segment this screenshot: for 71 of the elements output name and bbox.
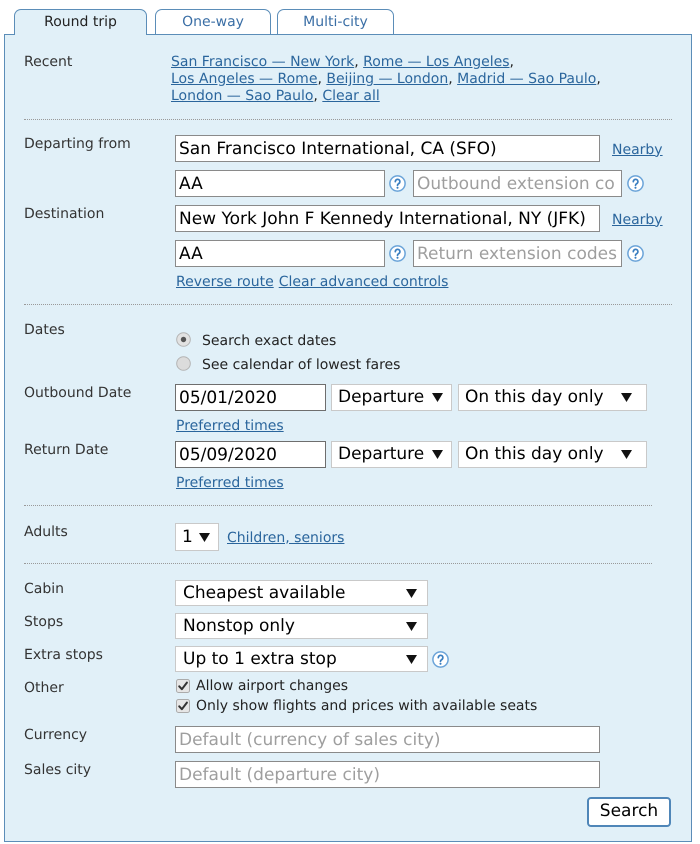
carrier-input[interactable]: AA: [175, 170, 385, 197]
recent-route-link[interactable]: Los Angeles — Rome: [171, 71, 318, 87]
route-action-link[interactable]: Clear advanced controls: [278, 274, 448, 291]
date-range-dropdown[interactable]: On this day only: [458, 384, 647, 411]
recent-route-link[interactable]: San Francisco — New York: [171, 54, 354, 70]
search-button[interactable]: Search: [587, 797, 671, 827]
field-label: Recent: [24, 54, 74, 71]
extension-codes-input[interactable]: Return extension codes: [413, 240, 622, 267]
field-label: Sales city: [24, 761, 92, 779]
date-range-dropdown[interactable]: On this day only: [458, 441, 647, 468]
recent-route-link[interactable]: Rome — Los Angeles: [363, 54, 510, 70]
field-label: Departing from: [24, 135, 132, 153]
tab[interactable]: Multi-city: [277, 9, 394, 34]
recent-route-link[interactable]: Madrid — Sao Paulo: [457, 71, 596, 87]
airport-input[interactable]: New York John F Kennedy International, NY (JFK): [175, 205, 600, 232]
field-label: Extra stops: [24, 646, 104, 664]
recent-routes-list: San Francisco — New York, Rome — Los Angeles, Los Angeles — Rome, Beijing — London, Madrid — Sao Paulo, London — Sao Paulo, Clear all: [171, 54, 629, 105]
tab[interactable]: One-way: [155, 9, 271, 34]
checkbox-label: Only show flights and prices with available seats: [196, 698, 538, 714]
field-label: Currency: [24, 726, 88, 744]
checkbox[interactable]: [176, 699, 190, 713]
option-dropdown[interactable]: Cheapest available: [175, 580, 428, 606]
field-label: Dates: [24, 322, 66, 339]
checkbox-label: Allow airport changes: [196, 678, 348, 694]
field-label: Stops: [24, 613, 64, 631]
extension-codes-input[interactable]: Outbound extension co: [413, 170, 622, 197]
tab[interactable]: Round trip: [14, 9, 147, 35]
radio-button[interactable]: [176, 332, 191, 346]
option-dropdown[interactable]: Up to 1 extra stop: [175, 646, 428, 672]
airport-input[interactable]: San Francisco International, CA (SFO): [175, 135, 600, 162]
recent-route-link[interactable]: Beijing — London: [326, 71, 448, 87]
help-icon[interactable]: [627, 175, 644, 192]
preferred-times-link[interactable]: Preferred times: [176, 475, 284, 492]
radio-label: Search exact dates: [202, 332, 336, 350]
recent-route-link[interactable]: London — Sao Paulo: [171, 88, 314, 104]
caret-icon: [432, 450, 443, 459]
field-label: Cabin: [24, 580, 66, 598]
caret-icon: [406, 654, 417, 664]
caret-icon: [432, 393, 443, 402]
clear-all-link[interactable]: Clear all: [322, 88, 380, 104]
time-type-dropdown[interactable]: Departure: [331, 384, 452, 411]
text-input[interactable]: Default (departure city): [175, 761, 600, 788]
caret-icon: [621, 393, 632, 402]
radio-label: See calendar of lowest fares: [202, 356, 400, 374]
help-icon[interactable]: [389, 175, 406, 192]
radio-button[interactable]: [176, 356, 191, 370]
field-label: Adults: [24, 523, 69, 541]
help-icon[interactable]: [389, 245, 406, 262]
caret-icon: [406, 588, 417, 598]
field-label: Outbound Date: [24, 384, 132, 402]
help-icon[interactable]: [432, 650, 449, 668]
help-icon[interactable]: [627, 245, 644, 262]
field-label: Other: [24, 679, 65, 697]
nearby-link[interactable]: Nearby: [612, 142, 663, 158]
caret-icon: [621, 450, 632, 459]
text-input[interactable]: Default (currency of sales city): [175, 726, 600, 753]
caret-icon: [199, 532, 210, 542]
time-type-dropdown[interactable]: Departure: [331, 441, 452, 468]
date-input[interactable]: 05/09/2020: [175, 441, 326, 468]
field-label: Return Date: [24, 441, 110, 459]
field-label: Destination: [24, 205, 106, 223]
adults-dropdown[interactable]: 1: [175, 523, 219, 551]
children-seniors-link[interactable]: Children, seniors: [227, 530, 344, 546]
caret-icon: [406, 622, 417, 630]
nearby-link[interactable]: Nearby: [612, 212, 663, 228]
date-input[interactable]: 05/01/2020: [175, 384, 326, 411]
checkbox[interactable]: [176, 679, 190, 693]
carrier-input[interactable]: AA: [175, 240, 385, 267]
preferred-times-link[interactable]: Preferred times: [176, 418, 284, 435]
route-action-link[interactable]: Reverse route: [176, 274, 274, 291]
option-dropdown[interactable]: Nonstop only: [175, 613, 428, 639]
